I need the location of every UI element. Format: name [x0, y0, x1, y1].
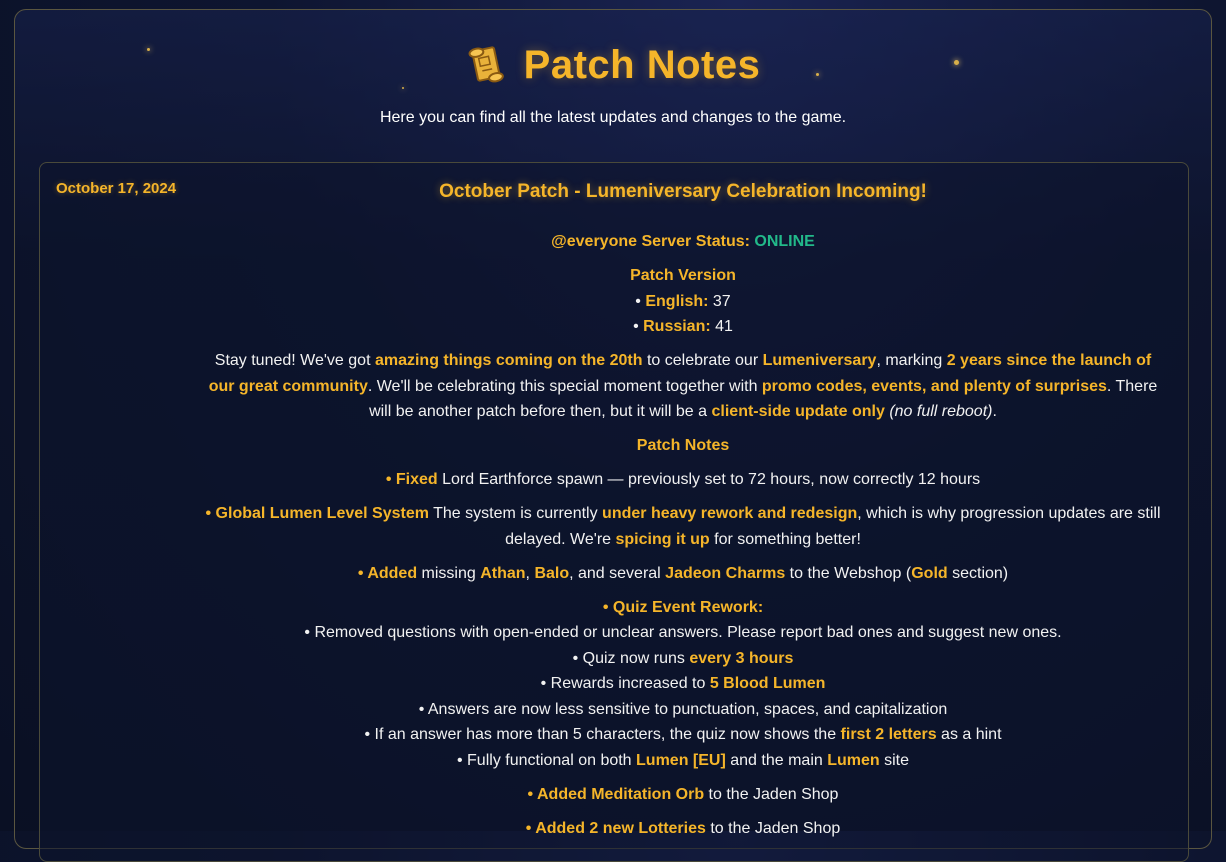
bullet: •	[205, 505, 216, 522]
note-highlight: Athan	[480, 564, 526, 582]
quiz-line: site	[879, 751, 910, 769]
quiz-line: • Answers are now less sensitive to punc…	[418, 700, 948, 718]
quiz-line: • Fully functional on both	[456, 751, 637, 769]
note-item: • Added Meditation Orb to the Jaden Shop	[200, 782, 1166, 808]
version-value-english: 37	[708, 292, 731, 310]
note-highlight: Balo	[534, 564, 570, 582]
quiz-line: and the main	[725, 751, 828, 769]
patch-title: October Patch - Lumeniversary Celebratio…	[439, 181, 927, 202]
quiz-line: • Quiz now runs	[572, 649, 690, 667]
intro-text: , marking	[876, 352, 947, 369]
intro-highlight: client-side update only	[711, 403, 885, 420]
note-item: • Added missing Athan, Balo, and several…	[200, 561, 1166, 587]
note-highlight: Jadeon Charms	[665, 564, 786, 582]
patch-version-block: Patch Version • English: 37 • Russian: 4…	[200, 263, 1166, 340]
note-text: The system is currently	[428, 505, 603, 522]
note-item: • Fixed Lord Earthforce spawn — previous…	[200, 467, 1166, 493]
patch-notes-heading: Patch Notes	[200, 433, 1166, 459]
intro-italic: (no full reboot)	[889, 403, 993, 420]
intro-text: to celebrate our	[642, 352, 763, 369]
bullet: •	[633, 318, 644, 335]
intro-text: .	[992, 403, 997, 420]
bullet: •	[525, 819, 536, 837]
note-text: for something better!	[709, 530, 861, 548]
scroll-icon	[468, 46, 504, 83]
server-status: @everyone Server Status: ONLINE	[200, 229, 1166, 255]
patch-notes-heading-text: Patch Notes	[636, 437, 730, 454]
quiz-highlight: 5 Blood Lumen	[709, 675, 826, 692]
version-label-russian: Russian:	[643, 318, 711, 335]
bullet: •	[357, 564, 368, 582]
note-highlight: under heavy rework and redesign	[602, 505, 858, 522]
quiz-highlight: every 3 hours	[689, 649, 794, 667]
bullet: •	[527, 785, 537, 803]
quiz-highlight: Lumen	[827, 751, 880, 769]
note-highlight: Fixed	[395, 471, 438, 488]
note-text: section)	[947, 564, 1009, 582]
note-highlight: Gold	[911, 564, 948, 582]
bullet: •	[385, 471, 396, 488]
note-text: Lord Earthforce spawn — previously set t…	[437, 471, 981, 488]
status-badge: ONLINE	[754, 233, 815, 250]
quiz-highlight: first 2 letters	[840, 726, 937, 743]
quiz-line: as a hint	[936, 726, 1002, 743]
note-highlight: Global Lumen Level System	[215, 505, 429, 522]
note-highlight: spicing it up	[615, 530, 710, 548]
patch-content: October Patch - Lumeniversary Celebratio…	[200, 178, 1166, 850]
note-text: , and several	[569, 564, 666, 582]
quiz-line: • Removed questions with open-ended or u…	[304, 624, 1062, 641]
note-highlight: Added	[367, 564, 418, 582]
page-title: Patch Notes	[523, 42, 761, 87]
note-highlight: Added 2 new Lotteries	[535, 819, 706, 837]
page-header: Patch Notes	[0, 35, 1226, 95]
intro-highlight: amazing things coming on the 20th	[374, 352, 643, 369]
page-subtitle: Here you can find all the latest updates…	[379, 109, 847, 126]
quiz-line: • If an answer has more than 5 character…	[364, 726, 841, 743]
patch-date: October 17, 2024	[56, 180, 177, 197]
version-label-english: English:	[645, 292, 709, 310]
quiz-heading: Quiz Event Rework:	[612, 598, 764, 616]
intro-paragraph: Stay tuned! We've got amazing things com…	[200, 348, 1166, 425]
version-value-russian: 41	[710, 318, 733, 335]
intro-text: . We'll be celebrating this special mome…	[367, 377, 762, 395]
note-text: to the Jaden Shop	[705, 819, 841, 837]
quiz-highlight: Lumen [EU]	[636, 751, 726, 769]
intro-highlight: Lumeniversary	[762, 352, 877, 369]
note-text: to the Webshop (	[785, 564, 912, 582]
note-item: • Added 2 new Lotteries to the Jaden Sho…	[200, 816, 1166, 842]
bullet: •	[635, 292, 646, 310]
note-text: to the Jaden Shop	[704, 785, 839, 803]
note-highlight: Added Meditation Orb	[537, 785, 705, 803]
bullet: •	[602, 598, 613, 616]
status-label: @everyone Server Status:	[551, 233, 750, 250]
patch-version-heading: Patch Version	[630, 267, 736, 284]
quiz-section: • Quiz Event Rework: • Removed questions…	[200, 595, 1166, 774]
quiz-line: • Rewards increased to	[540, 675, 710, 692]
note-text: missing	[417, 564, 481, 582]
intro-text: Stay tuned! We've got	[214, 352, 375, 369]
note-item: • Global Lumen Level System The system i…	[200, 501, 1166, 552]
intro-highlight: promo codes, events, and plenty of surpr…	[761, 377, 1107, 395]
